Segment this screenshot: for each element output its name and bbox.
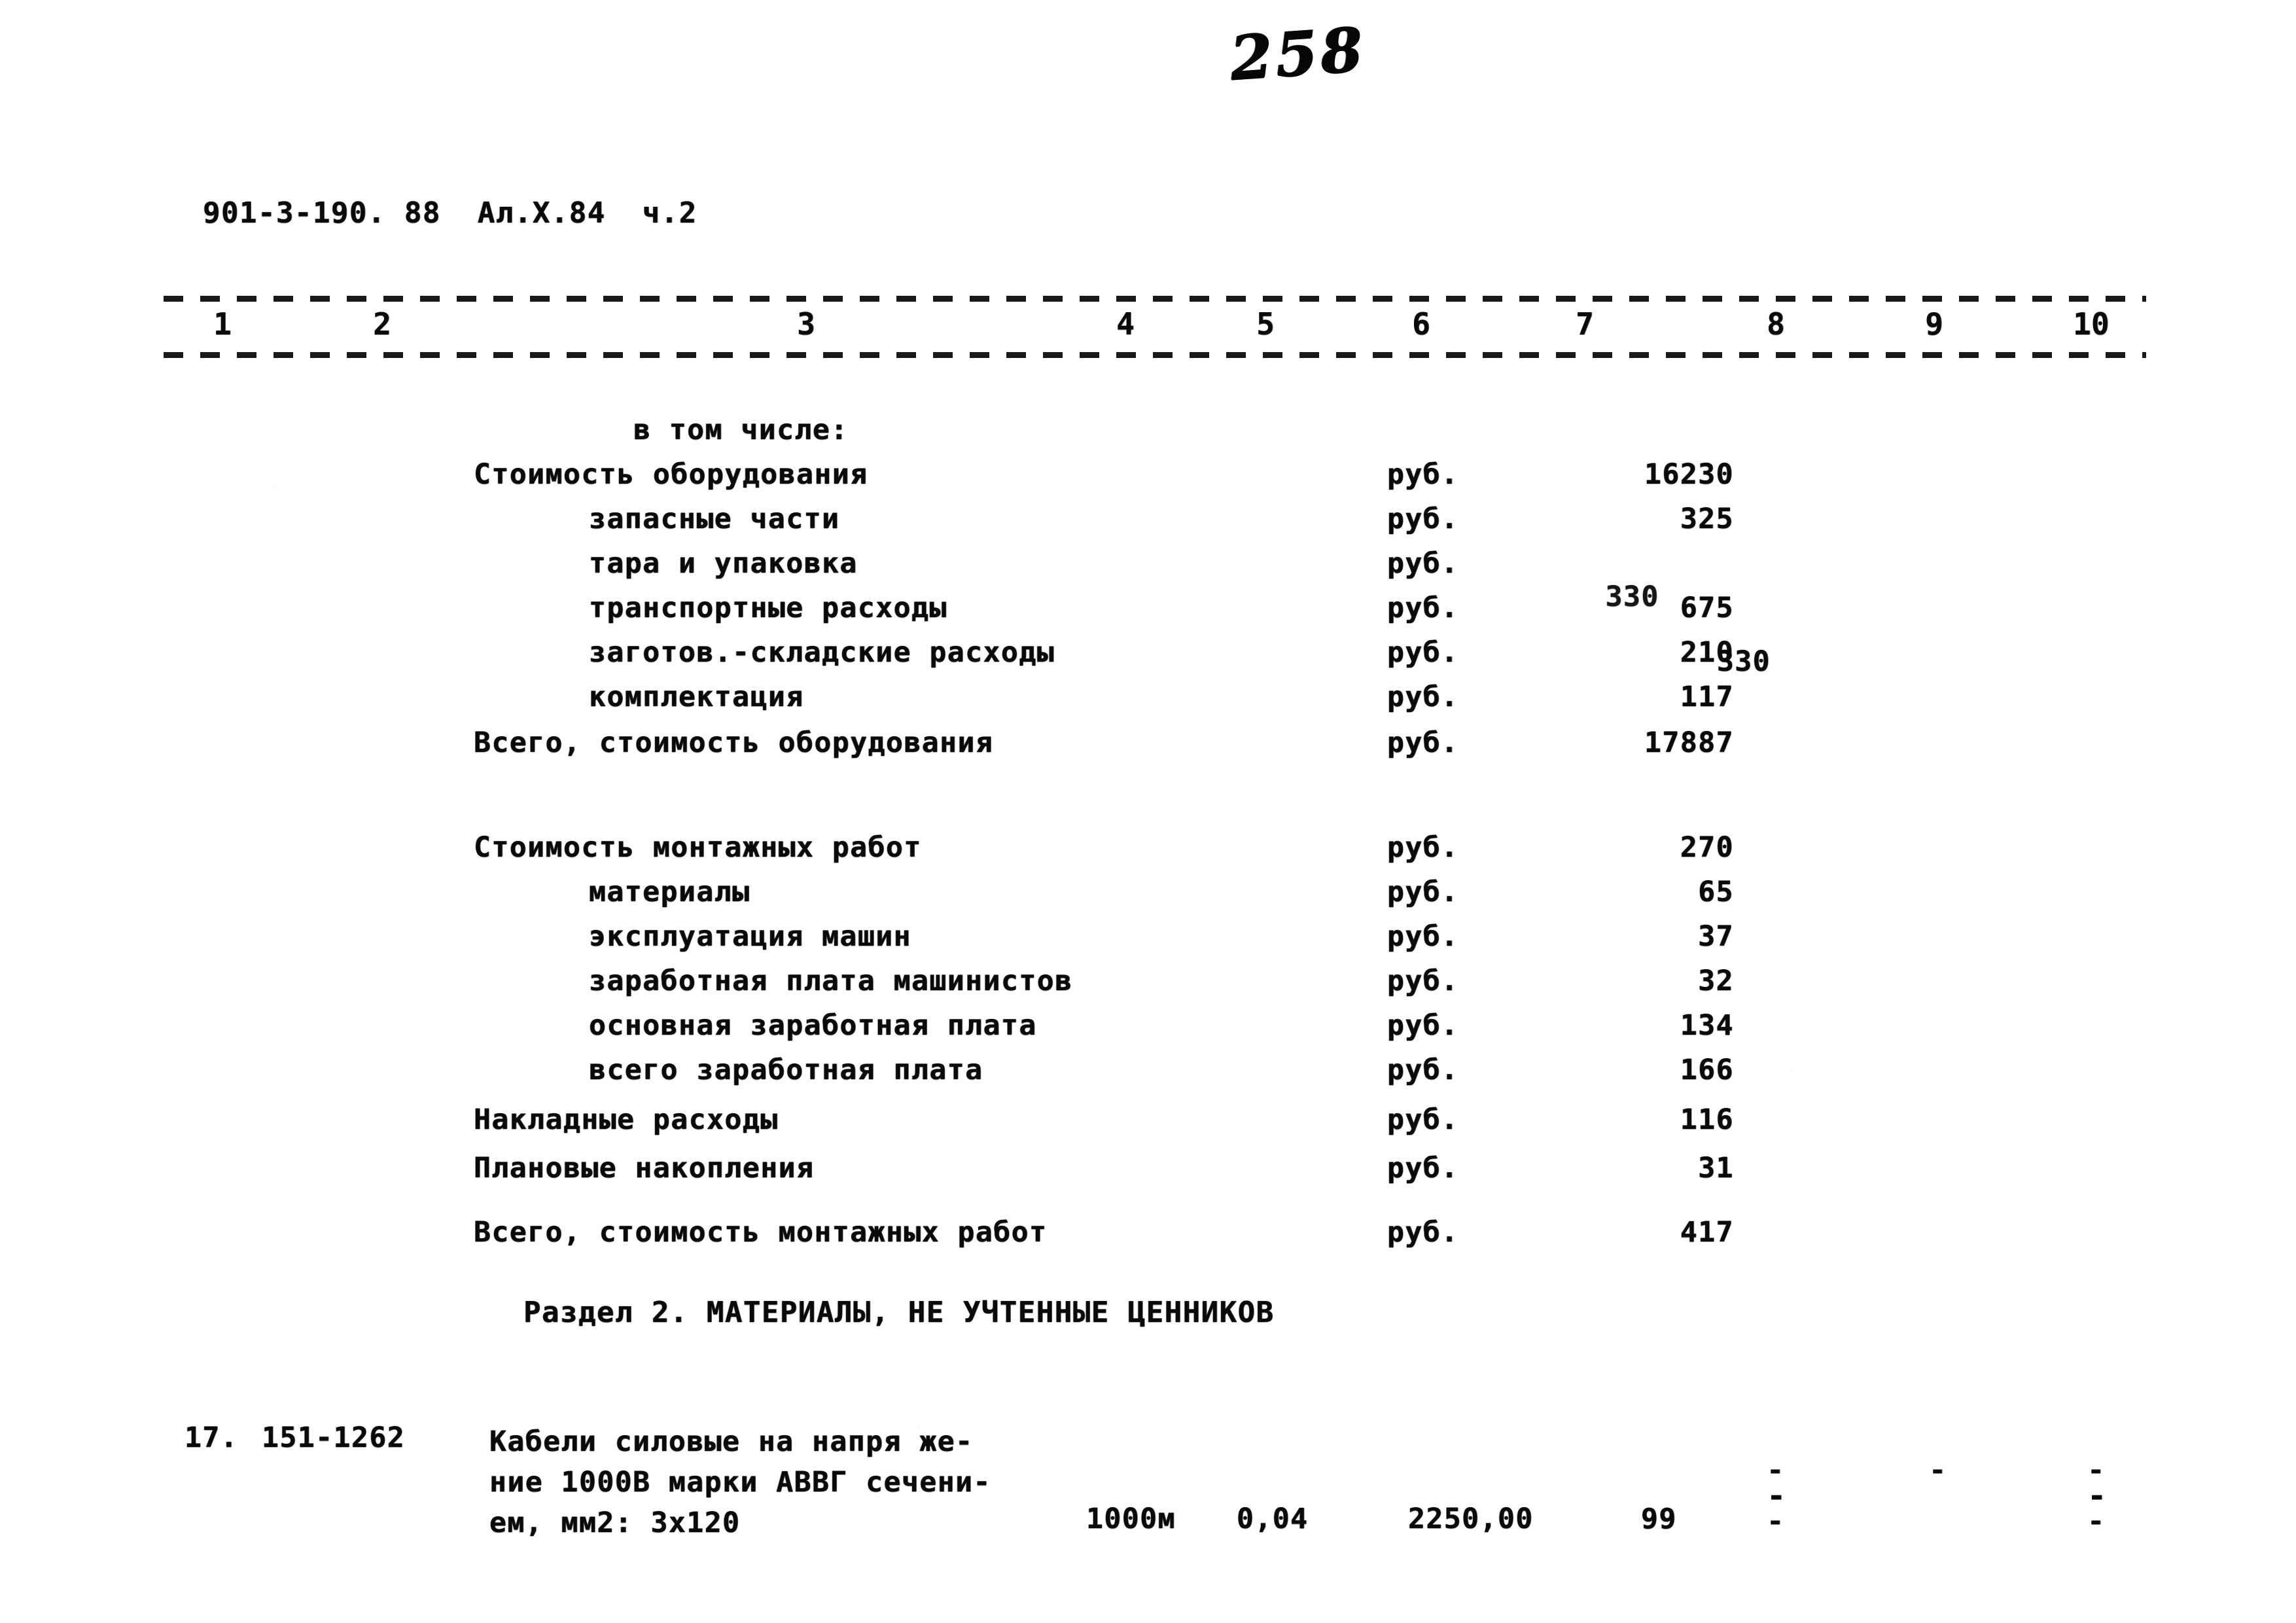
- installation-row-label: всего заработная плата: [589, 1054, 983, 1086]
- equipment-row-label: транспортные расходы: [589, 592, 947, 624]
- installation-row-amount: 32: [1698, 965, 1734, 997]
- material-row-description-line: ние 1000В марки АВВГ сечени-: [489, 1466, 991, 1499]
- material-row-quantity: 0,04: [1237, 1503, 1309, 1535]
- section-heading: Раздел 2. МАТЕРИАЛЫ, НЕ УЧТЕННЫЕ ЦЕННИКО…: [523, 1296, 1275, 1329]
- installation-row-label: эксплуатация машин: [589, 920, 911, 953]
- material-row-code: 151-1262: [262, 1421, 406, 1454]
- equipment-total-amount: 17887: [1644, 726, 1734, 759]
- equipment-row-amount: 325: [1680, 503, 1734, 535]
- equipment-row-unit: руб.: [1387, 547, 1459, 580]
- installation-row-amount: 166: [1680, 1054, 1734, 1086]
- material-row-number: 17.: [185, 1421, 239, 1454]
- document-header: 901-3-190. 88 Ал.Х.84 ч.2: [203, 196, 698, 230]
- equipment-intro-label: в том числе:: [633, 414, 849, 446]
- equipment-row-unit: руб.: [1387, 458, 1459, 491]
- installation-row-amount: 31: [1698, 1152, 1734, 1185]
- equipment-row-amount: 16230: [1644, 458, 1734, 491]
- column-number-7: 7: [1576, 306, 1594, 342]
- installation-row-unit: руб.: [1387, 876, 1459, 908]
- scan-grain-overlay: [0, 0, 2296, 1623]
- column-number-5: 5: [1256, 306, 1275, 342]
- equipment-row-label: заготов.-складские расходы: [589, 636, 1055, 669]
- equipment-row-unit: руб.: [1387, 681, 1459, 713]
- installation-row-label: основная заработная плата: [589, 1009, 1037, 1042]
- material-row-description-line: Кабели силовые на напря же-: [489, 1425, 974, 1458]
- material-row-price: 2250,00: [1408, 1503, 1534, 1535]
- equipment-row-amount: 675: [1680, 592, 1734, 624]
- installation-row-label: Плановые накопления: [474, 1152, 815, 1185]
- column-number-6: 6: [1412, 306, 1430, 342]
- material-row-unit: 1000м: [1086, 1503, 1176, 1535]
- installation-row-unit: руб.: [1387, 965, 1459, 997]
- column-number-9: 9: [1925, 306, 1943, 342]
- installation-row-amount: 116: [1680, 1103, 1734, 1136]
- installation-row-unit: руб.: [1387, 1009, 1459, 1042]
- installation-row-amount: 270: [1680, 831, 1734, 864]
- column-number-3: 3: [797, 306, 815, 342]
- column-number-4: 4: [1116, 306, 1135, 342]
- equipment-total-unit: руб.: [1387, 726, 1459, 759]
- installation-row-label: заработная плата машинистов: [589, 965, 1073, 997]
- material-row-dash-col9: -: [1929, 1454, 1946, 1487]
- installation-row-amount: 65: [1698, 876, 1734, 908]
- equipment-row-label: запасные части: [589, 503, 840, 535]
- column-number-1: 1: [213, 306, 232, 342]
- installation-row-unit: руб.: [1387, 1152, 1459, 1185]
- column-number-10: 10: [2073, 306, 2110, 342]
- installation-row-amount: 37: [1698, 920, 1734, 953]
- installation-row-label: материалы: [589, 876, 751, 908]
- table-rule-bottom: [164, 352, 2146, 358]
- installation-total-amount: 417: [1680, 1216, 1734, 1249]
- equipment-row-unit: руб.: [1387, 503, 1459, 535]
- equipment-row-label: тара и упаковка: [589, 547, 858, 580]
- material-row-description-line: ем, мм2: 3х120: [489, 1507, 741, 1539]
- handwritten-page-number: 258: [1227, 13, 1368, 94]
- equipment-row-label: Стоимость оборудования: [474, 458, 868, 491]
- installation-row-label: Накладные расходы: [474, 1103, 779, 1136]
- equipment-row-label: комплектация: [589, 681, 804, 713]
- equipment-row-amount: 210: [1680, 636, 1734, 669]
- column-number-2: 2: [373, 306, 391, 342]
- material-row-dash-lower-col8: -: [1767, 1505, 1784, 1538]
- installation-row-label: Стоимость монтажных работ: [474, 831, 922, 864]
- installation-row-unit: руб.: [1387, 831, 1459, 864]
- equipment-row-unit: руб.: [1387, 636, 1459, 669]
- installation-total-label: Всего, стоимость монтажных работ: [474, 1216, 1048, 1249]
- material-row-total: 99: [1641, 1503, 1677, 1535]
- installation-row-amount: 134: [1680, 1009, 1734, 1042]
- equipment-row-unit: руб.: [1387, 592, 1459, 624]
- installation-total-unit: руб.: [1387, 1216, 1459, 1249]
- column-number-8: 8: [1767, 306, 1785, 342]
- installation-row-unit: руб.: [1387, 1103, 1459, 1136]
- material-row-dash-lower-col10: -: [2087, 1505, 2104, 1538]
- table-rule-top: [164, 296, 2146, 302]
- equipment-row-amount: 117: [1680, 681, 1734, 713]
- installation-row-unit: руб.: [1387, 1054, 1459, 1086]
- equipment-total-label: Всего, стоимость оборудования: [474, 726, 994, 759]
- document-page: 258 901-3-190. 88 Ал.Х.84 ч.2 1 2 3 4 5 …: [0, 0, 2296, 1623]
- installation-row-unit: руб.: [1387, 920, 1459, 953]
